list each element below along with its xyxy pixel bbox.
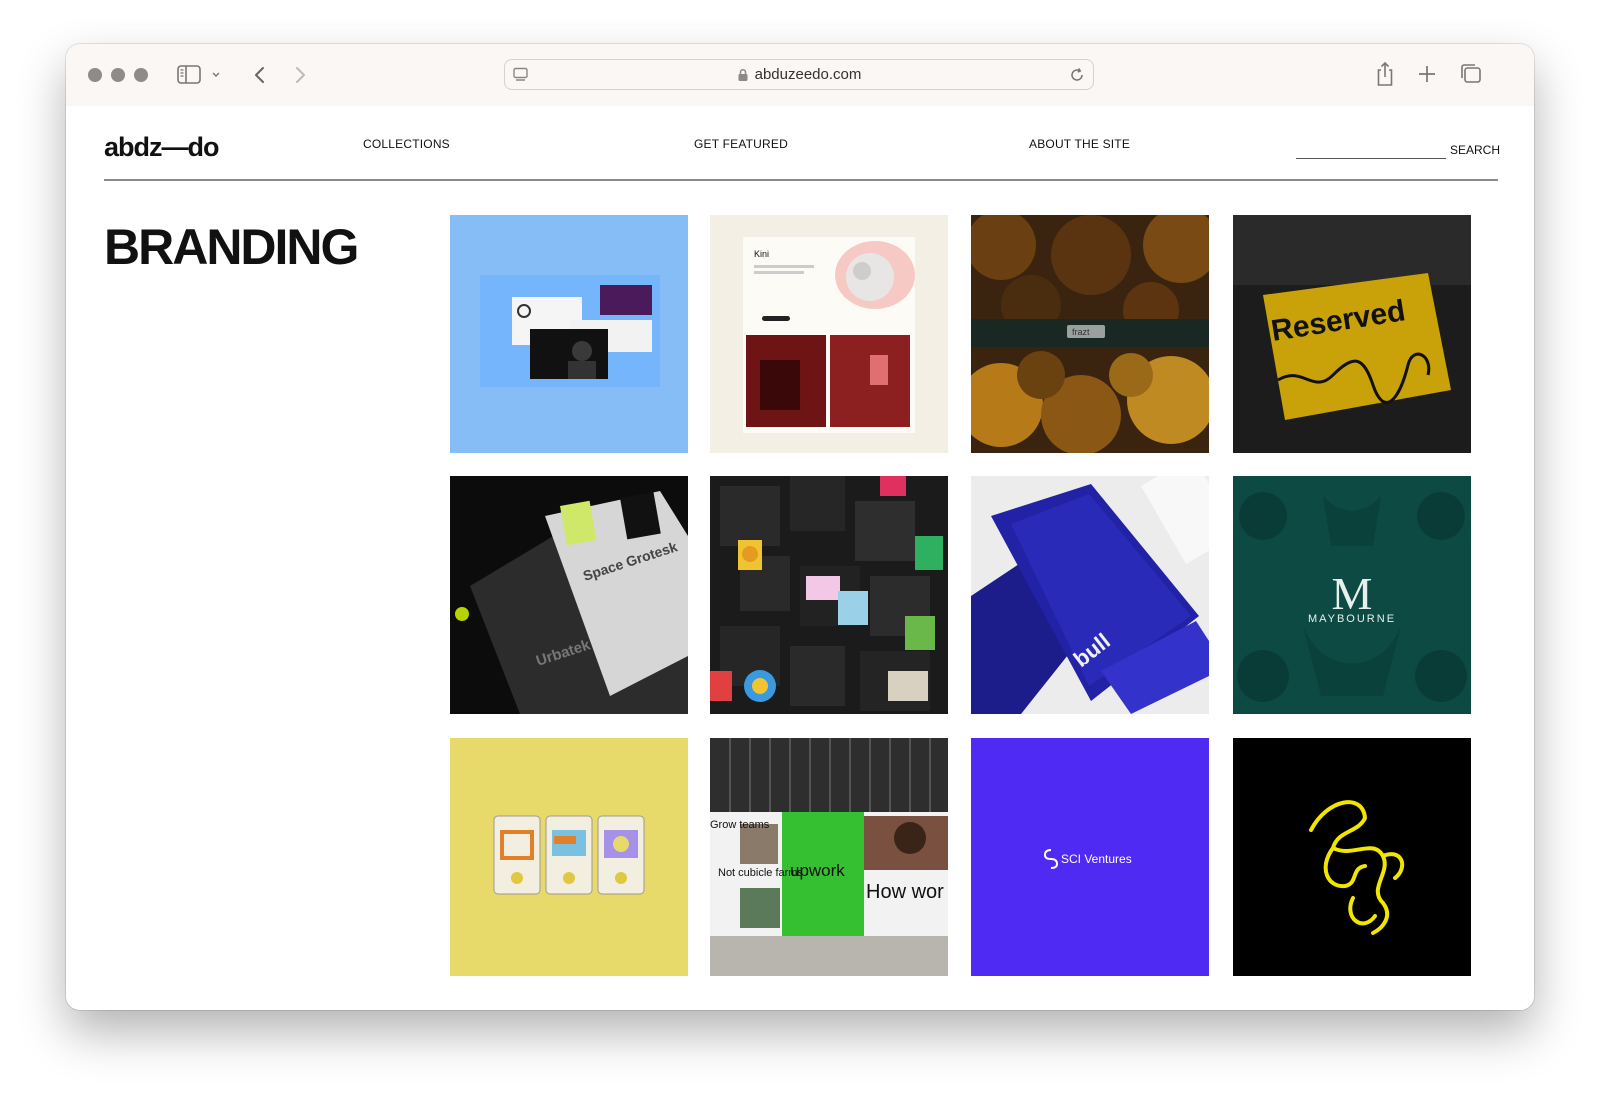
tile-upwork-text: upwork (790, 861, 845, 880)
window-minimize-button[interactable] (111, 68, 125, 82)
gallery-tile[interactable]: bull (971, 476, 1209, 714)
search-button[interactable]: SEARCH (1450, 143, 1500, 157)
lock-icon (738, 68, 748, 81)
tile-kini-text: Kini (754, 249, 769, 259)
tile-grow-teams-text: Grow teams (710, 819, 770, 831)
sidebar-toggle-button[interactable] (176, 62, 224, 88)
gallery-tile[interactable] (450, 738, 688, 976)
nav-get-featured[interactable]: GET FEATURED (694, 137, 788, 151)
gallery-tile[interactable]: SCI Ventures (971, 738, 1209, 976)
chevron-right-icon (296, 67, 305, 83)
page-title: BRANDING (104, 219, 359, 275)
tile-frazt-text: frazt (1072, 327, 1090, 337)
search-input[interactable] (1296, 158, 1446, 159)
nav-about-the-site[interactable]: ABOUT THE SITE (1029, 137, 1130, 151)
tile-image-sci-ventures: SCI Ventures (971, 738, 1209, 976)
tabs-overview-icon (1461, 64, 1481, 83)
page-content: abdz—do COLLECTIONS GET FEATURED ABOUT T… (66, 106, 1534, 1010)
tile-image-urbatek-book: Space Grotesk Urbatek (450, 476, 688, 714)
gallery-tile[interactable]: M MAYBOURNE (1233, 476, 1471, 714)
tile-image-upwork-billboard: Grow teams Not cubicle farms upwork How … (710, 738, 948, 976)
tile-maybourne-text: MAYBOURNE (1308, 613, 1396, 625)
header-divider (104, 179, 1498, 181)
nav-collections[interactable]: COLLECTIONS (363, 137, 450, 151)
tile-image-autumn-road: frazt (971, 215, 1209, 453)
share-icon (1377, 61, 1393, 86)
new-tab-button[interactable] (1416, 63, 1438, 85)
site-logo[interactable]: abdz—do (104, 132, 219, 163)
tile-image-kini-product: Kini (710, 215, 948, 453)
gallery-tile[interactable]: Reserved (1233, 215, 1471, 453)
svg-text:M: M (1332, 568, 1373, 619)
share-button[interactable] (1374, 60, 1396, 88)
chevron-left-icon (255, 67, 264, 83)
gallery-tile[interactable]: frazt (971, 215, 1209, 453)
reload-icon[interactable] (1068, 66, 1086, 84)
sidebar-icon (177, 65, 220, 84)
forward-button[interactable] (290, 63, 310, 87)
back-button[interactable] (250, 63, 270, 87)
tabs-overview-button[interactable] (1459, 62, 1483, 86)
tile-image-black-boxes (710, 476, 948, 714)
gallery-tile[interactable] (450, 215, 688, 453)
browser-toolbar: abduzeedo.com (66, 44, 1534, 107)
url-text: abduzeedo.com (754, 66, 862, 83)
window-zoom-button[interactable] (134, 68, 148, 82)
tile-image-blue-stationery (450, 215, 688, 453)
gallery-tile[interactable]: Space Grotesk Urbatek (450, 476, 688, 714)
tile-how-work-text: How wor should (866, 881, 948, 903)
tile-image-maybourne: M MAYBOURNE (1233, 476, 1471, 714)
address-bar[interactable]: abduzeedo.com (504, 59, 1094, 90)
window-close-button[interactable] (88, 68, 102, 82)
tile-image-yellow-horse (1233, 738, 1471, 976)
gallery-tile[interactable] (710, 476, 948, 714)
tile-sci-ventures-text: SCI Ventures (1061, 852, 1132, 866)
tile-image-yellow-cards (450, 738, 688, 976)
gallery-tile[interactable] (1233, 738, 1471, 976)
tile-image-reserved-card: Reserved (1233, 215, 1471, 453)
gallery-tile[interactable]: Grow teams Not cubicle farms upwork How … (710, 738, 948, 976)
gallery-tile[interactable]: Kini (710, 215, 948, 453)
browser-window: abduzeedo.com abdz—do COLLECTIONS GET FE… (66, 44, 1534, 1010)
plus-icon (1419, 66, 1435, 82)
tile-image-bull-stationery: bull (971, 476, 1209, 714)
